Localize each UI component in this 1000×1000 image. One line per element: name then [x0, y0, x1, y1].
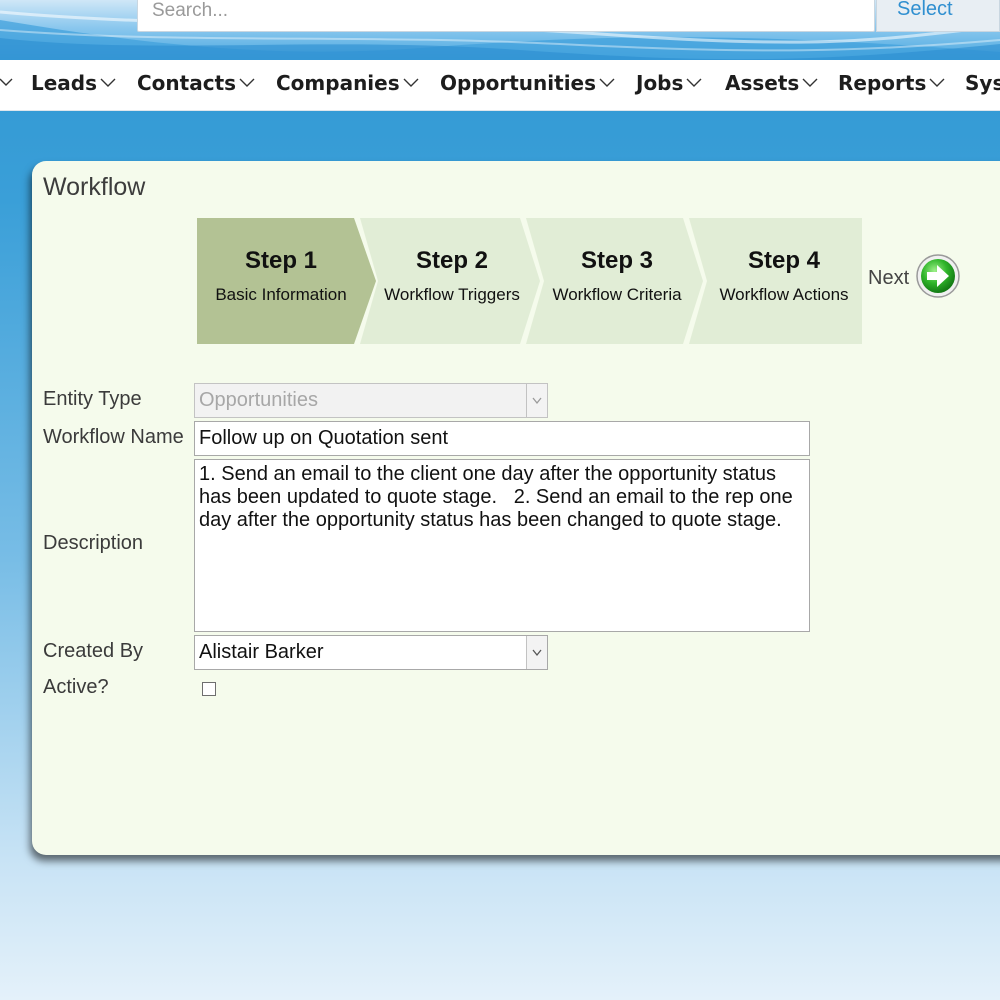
select-button[interactable]: Select — [876, 0, 1000, 32]
nav-item-label: Contacts — [137, 71, 237, 95]
entity-type-value: Opportunities — [199, 389, 318, 411]
workflow-panel: Workflow Step 1 Basic Information Step 2… — [32, 161, 1000, 855]
active-label: Active? — [43, 676, 109, 698]
step-2-description[interactable]: Workflow Triggers — [369, 285, 535, 305]
nav-item-contacts[interactable]: Contacts — [137, 60, 255, 110]
chevron-down-icon — [403, 78, 419, 87]
search-input[interactable] — [152, 0, 852, 31]
nav-item-reports[interactable]: Reports — [838, 60, 945, 110]
workflow-name-label: Workflow Name — [43, 426, 184, 448]
created-by-label: Created By — [43, 640, 144, 662]
step-4-number[interactable]: Step 4 — [701, 247, 867, 275]
step-3-shape — [526, 218, 703, 344]
step-4-description[interactable]: Workflow Actions — [701, 285, 867, 305]
nav-item-label: Companies — [276, 71, 400, 95]
step-wizard: Step 1 Basic Information Step 2 Workflow… — [197, 218, 897, 344]
chevron-down-icon — [100, 78, 116, 87]
page-title: Workflow — [43, 173, 146, 201]
main-nav: Leads Contacts Companies Opportunities J… — [0, 60, 1000, 111]
chevron-down-icon — [599, 78, 615, 87]
step-3-description[interactable]: Workflow Criteria — [535, 285, 699, 305]
nav-item-label: Assets — [725, 71, 800, 95]
step-wizard-graphic — [197, 218, 862, 344]
nav-item-system[interactable]: Sys — [965, 60, 1000, 110]
nav-item-label: Leads — [31, 71, 98, 95]
workflow-name-field[interactable]: Follow up on Quotation sent — [194, 421, 810, 456]
nav-item-label: Sys — [965, 71, 1000, 95]
nav-item-label: Opportunities — [440, 71, 597, 95]
chevron-down-icon — [239, 78, 255, 87]
chevron-down-icon — [532, 397, 542, 405]
nav-item-label: Reports — [838, 71, 927, 95]
nav-item-opportunities[interactable]: Opportunities — [440, 60, 615, 110]
nav-item-jobs[interactable]: Jobs — [636, 60, 702, 110]
description-label: Description — [43, 532, 144, 554]
step-2-shape — [360, 218, 540, 344]
search-box[interactable] — [137, 0, 875, 32]
chevron-down-icon — [802, 78, 818, 87]
chevron-down-icon — [532, 649, 542, 657]
nav-item-label: Jobs — [636, 71, 684, 95]
nav-item-companies[interactable]: Companies — [276, 60, 419, 110]
dropdown-arrow — [526, 384, 547, 417]
chevron-down-icon — [686, 78, 702, 87]
step-1-description[interactable]: Basic Information — [197, 285, 365, 305]
nav-chevron-down-icon[interactable] — [0, 60, 13, 110]
step-4-shape — [689, 218, 862, 344]
description-textarea[interactable]: 1. Send an email to the client one day a… — [194, 459, 810, 632]
nav-item-leads[interactable]: Leads — [31, 60, 116, 110]
created-by-select[interactable]: Alistair Barker — [194, 635, 548, 670]
next-arrow-icon[interactable] — [915, 253, 961, 299]
step-3-number[interactable]: Step 3 — [535, 247, 699, 275]
active-checkbox[interactable] — [202, 682, 216, 696]
created-by-value: Alistair Barker — [199, 641, 324, 663]
nav-item-assets[interactable]: Assets — [725, 60, 818, 110]
step-1-number[interactable]: Step 1 — [197, 247, 365, 275]
chevron-down-icon — [929, 78, 945, 87]
entity-type-label: Entity Type — [43, 388, 142, 410]
entity-type-select[interactable]: Opportunities — [194, 383, 548, 418]
dropdown-arrow — [526, 636, 547, 669]
header-banner: Select — [0, 0, 1000, 60]
step-2-number[interactable]: Step 2 — [369, 247, 535, 275]
next-label[interactable]: Next — [868, 267, 909, 290]
step-1-shape — [197, 218, 376, 344]
